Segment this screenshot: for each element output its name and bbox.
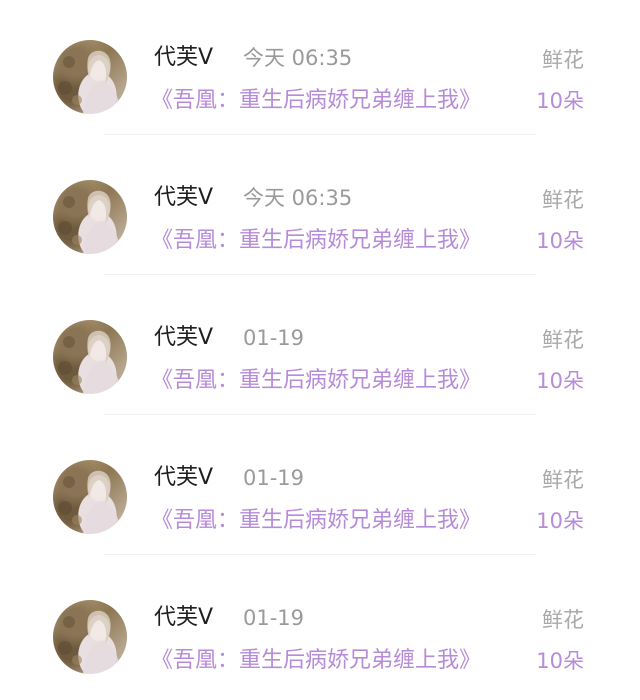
gift-count: 10朵: [536, 649, 584, 673]
gift-count: 10朵: [536, 369, 584, 393]
gift-count: 10朵: [536, 229, 584, 253]
book-title-link[interactable]: 《吾凰：重生后病娇兄弟缠上我》: [151, 506, 481, 536]
divider: [104, 134, 536, 135]
avatar[interactable]: [53, 320, 127, 394]
user-name[interactable]: 代芙V: [154, 323, 213, 353]
avatar[interactable]: [53, 600, 127, 674]
gift-type-label: 鲜花: [542, 48, 584, 72]
book-title-link[interactable]: 《吾凰：重生后病娇兄弟缠上我》: [151, 226, 481, 256]
avatar-image: [58, 50, 121, 114]
user-name[interactable]: 代芙V: [154, 183, 213, 213]
timestamp: 今天 06:35: [243, 46, 353, 70]
avatar-image: [58, 190, 121, 254]
list-item[interactable]: 代芙V 今天 06:35 鲜花 《吾凰：重生后病娇兄弟缠上我》 10朵: [0, 140, 640, 280]
timestamp: 01-19: [243, 466, 305, 490]
gift-count: 10朵: [536, 89, 584, 113]
divider: [104, 554, 536, 555]
avatar-image: [58, 610, 121, 674]
list-item[interactable]: 代芙V 01-19 鲜花 《吾凰：重生后病娇兄弟缠上我》 10朵: [0, 560, 640, 700]
timestamp: 01-19: [243, 606, 305, 630]
avatar[interactable]: [53, 40, 127, 114]
user-name[interactable]: 代芙V: [154, 43, 213, 73]
gift-record-list: 代芙V 今天 06:35 鲜花 《吾凰：重生后病娇兄弟缠上我》 10朵 代芙V …: [0, 0, 640, 700]
gift-type-label: 鲜花: [542, 328, 584, 352]
book-title-link[interactable]: 《吾凰：重生后病娇兄弟缠上我》: [151, 366, 481, 396]
avatar[interactable]: [53, 180, 127, 254]
gift-type-label: 鲜花: [542, 608, 584, 632]
book-title-link[interactable]: 《吾凰：重生后病娇兄弟缠上我》: [151, 646, 481, 676]
gift-type-label: 鲜花: [542, 468, 584, 492]
divider: [104, 414, 536, 415]
list-item[interactable]: 代芙V 01-19 鲜花 《吾凰：重生后病娇兄弟缠上我》 10朵: [0, 280, 640, 420]
user-name[interactable]: 代芙V: [154, 463, 213, 493]
gift-type-label: 鲜花: [542, 188, 584, 212]
avatar[interactable]: [53, 460, 127, 534]
avatar-image: [58, 330, 121, 394]
timestamp: 01-19: [243, 326, 305, 350]
avatar-image: [58, 470, 121, 534]
book-title-link[interactable]: 《吾凰：重生后病娇兄弟缠上我》: [151, 86, 481, 116]
user-name[interactable]: 代芙V: [154, 603, 213, 633]
list-item[interactable]: 代芙V 01-19 鲜花 《吾凰：重生后病娇兄弟缠上我》 10朵: [0, 420, 640, 560]
timestamp: 今天 06:35: [243, 186, 353, 210]
gift-count: 10朵: [536, 509, 584, 533]
divider: [104, 274, 536, 275]
list-item[interactable]: 代芙V 今天 06:35 鲜花 《吾凰：重生后病娇兄弟缠上我》 10朵: [0, 0, 640, 140]
